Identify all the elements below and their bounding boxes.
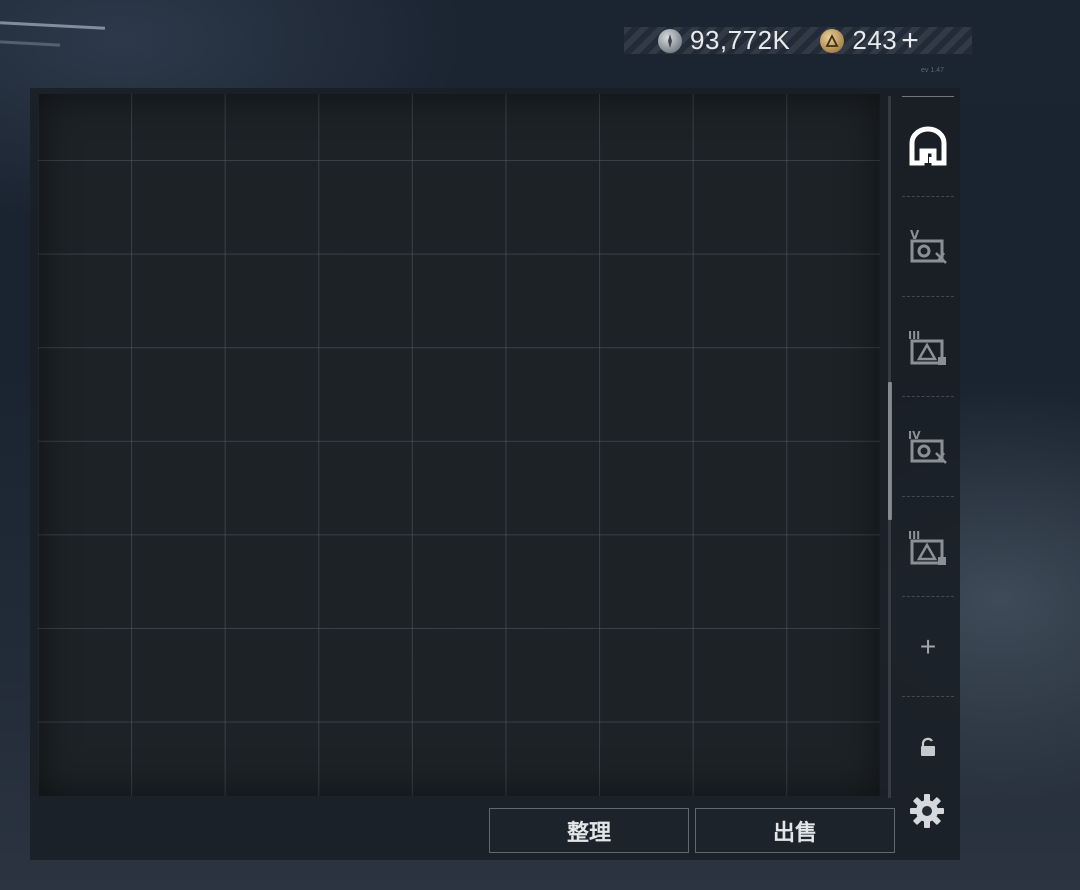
add-container-button: + [919, 631, 937, 662]
inventory-scrollbar-thumb[interactable] [888, 382, 892, 520]
gold-coin-icon [820, 28, 845, 53]
background-light-streak [0, 21, 106, 30]
silver-currency: 93,772K [658, 25, 790, 56]
container-v-icon: V [910, 228, 947, 264]
silver-coin-icon [658, 28, 682, 53]
sell-button[interactable]: 出售 [695, 808, 895, 853]
background-light-streak [0, 40, 61, 47]
tab-locked[interactable] [902, 696, 954, 797]
inventory-grid[interactable] [38, 94, 880, 796]
sort-button[interactable]: 整理 [489, 808, 689, 853]
tab-container-v[interactable]: V [902, 196, 954, 297]
add-gold-button[interactable]: + [901, 25, 919, 56]
lock-icon [921, 737, 935, 756]
currency-bar: 93,772K 243 + [624, 25, 972, 56]
gear-icon[interactable] [907, 791, 947, 831]
container-iii-icon: III [908, 329, 946, 365]
gold-amount: 243 [852, 25, 898, 55]
tab-container-iv[interactable]: IV [902, 396, 954, 497]
container-iv-icon: IV [908, 429, 947, 464]
tab-stash[interactable] [902, 96, 954, 197]
tab-container-iii-b[interactable]: III [902, 496, 954, 597]
stash-icon [909, 126, 947, 166]
silver-amount: 93,772K [690, 25, 791, 55]
version-label: ev 1.47 [921, 67, 944, 74]
gold-currency: 243 + [820, 25, 919, 56]
tab-add-container[interactable]: + [902, 596, 954, 697]
container-iii-icon: III [908, 529, 946, 565]
tab-container-iii-a[interactable]: III [902, 296, 954, 397]
container-sidebar: V III IV III + [898, 96, 958, 796]
